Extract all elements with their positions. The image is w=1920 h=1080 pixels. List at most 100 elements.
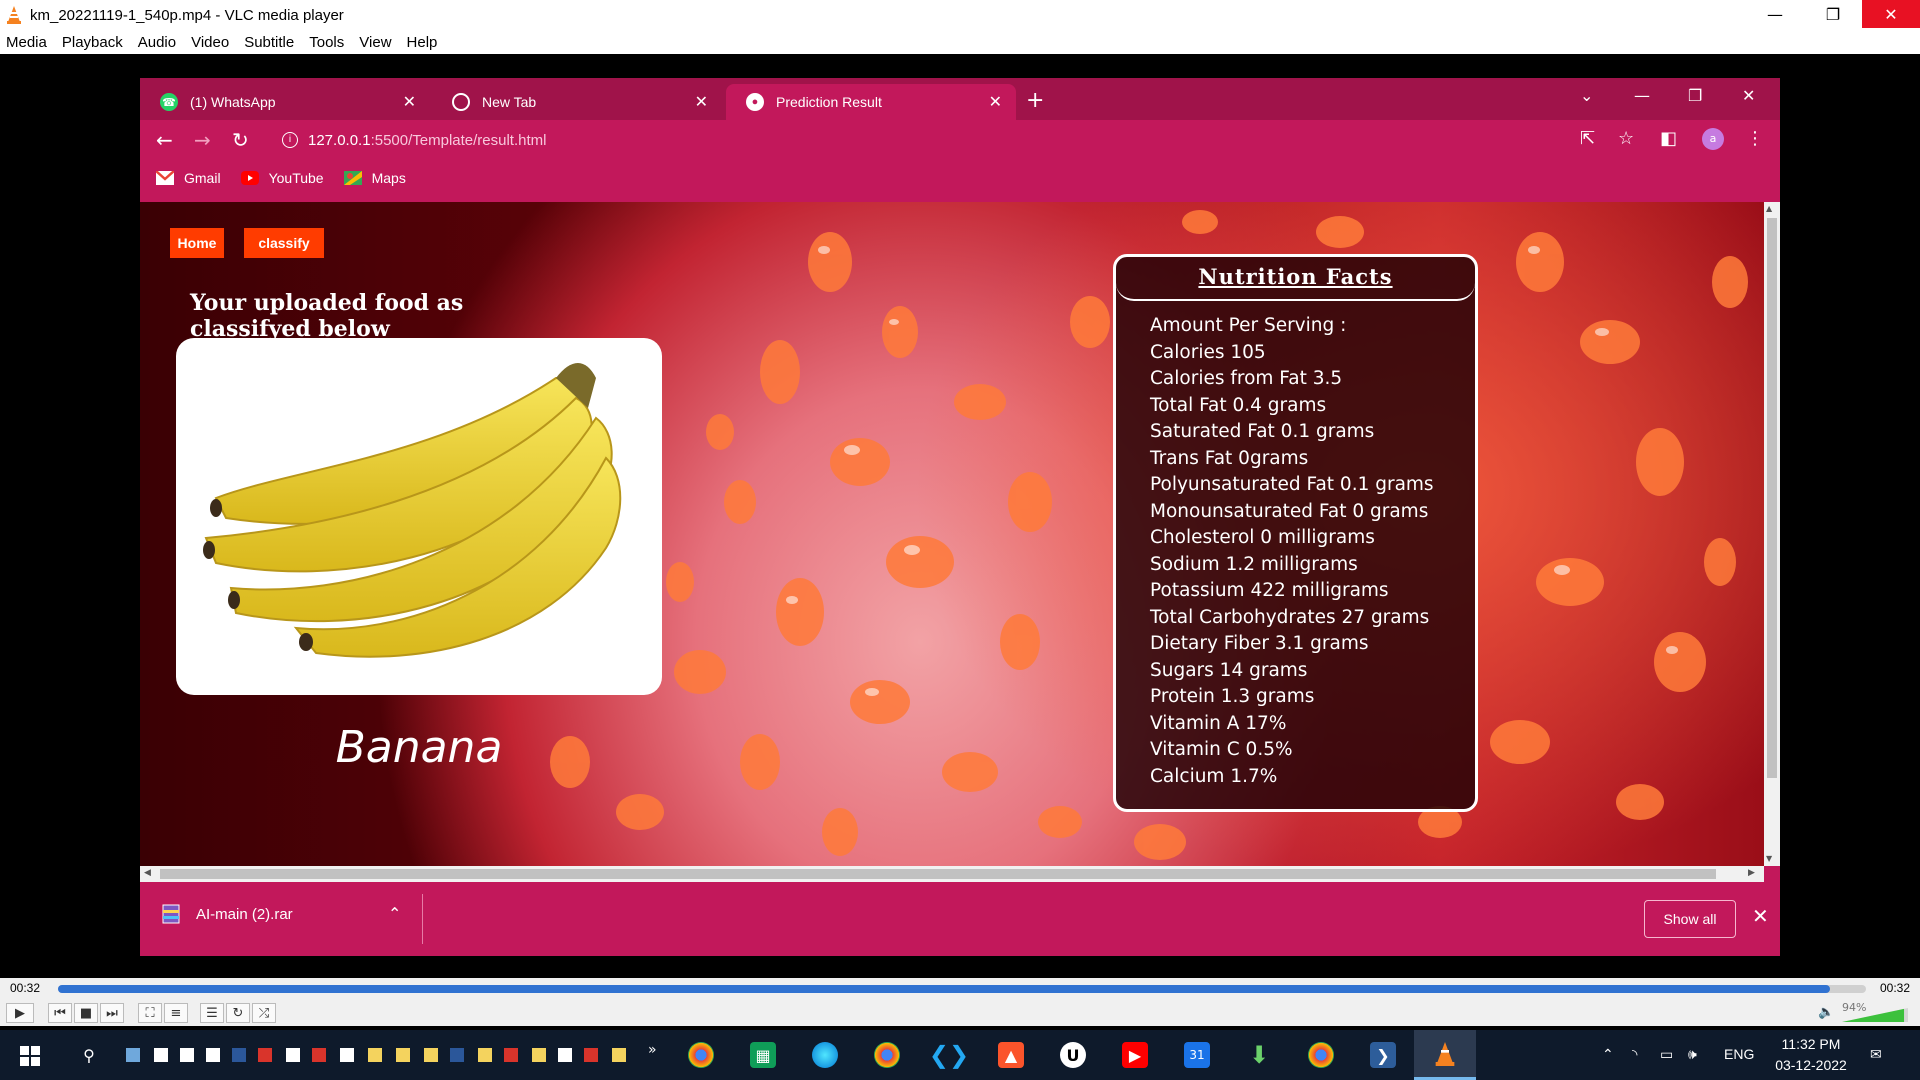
menu-audio[interactable]: Audio (138, 34, 176, 51)
classify-button[interactable]: classify (244, 228, 324, 258)
chrome-icon[interactable] (874, 1042, 900, 1068)
speaker-icon[interactable]: 🔈 (1818, 1005, 1834, 1020)
search-icon[interactable]: ⚲ (76, 1042, 102, 1068)
calendar-icon[interactable]: 31 (1184, 1042, 1210, 1068)
back-icon[interactable]: ← (156, 128, 173, 152)
scroll-up-icon[interactable]: ▲ (1766, 204, 1772, 213)
restore-button[interactable]: ❐ (1804, 0, 1862, 28)
folder-icon[interactable] (368, 1048, 382, 1062)
new-tab-button[interactable]: + (1026, 88, 1044, 113)
notifications-icon[interactable]: ✉ (1870, 1046, 1882, 1063)
pdf-file-icon[interactable] (504, 1048, 518, 1062)
volume-slider[interactable] (1842, 1008, 1908, 1022)
stop-button[interactable]: ■ (74, 1003, 98, 1023)
folder-icon[interactable] (612, 1048, 626, 1062)
scrollbar-thumb[interactable] (1767, 218, 1777, 778)
vlc-taskbar-button[interactable] (1414, 1030, 1476, 1080)
scroll-left-icon[interactable]: ◀ (144, 868, 151, 878)
close-button[interactable]: ✕ (1862, 0, 1920, 28)
loop-button[interactable]: ↻ (226, 1003, 250, 1023)
folder-icon[interactable] (478, 1048, 492, 1062)
file-icon[interactable] (558, 1048, 572, 1062)
windows-start-icon[interactable] (20, 1046, 40, 1066)
side-panel-icon[interactable]: ◧ (1660, 128, 1677, 149)
menu-dots-icon[interactable]: ⋮ (1746, 128, 1764, 149)
folder-icon[interactable] (424, 1048, 438, 1062)
avatar[interactable]: a (1702, 128, 1724, 150)
close-icon[interactable]: ✕ (989, 92, 1002, 112)
menu-subtitle[interactable]: Subtitle (244, 34, 294, 51)
vertical-scrollbar[interactable]: ▲ ▼ (1764, 202, 1780, 866)
battery-icon[interactable]: ▭ (1660, 1046, 1673, 1063)
menu-help[interactable]: Help (407, 34, 438, 51)
download-item[interactable]: AI-main (2).rar (162, 904, 293, 924)
home-button[interactable]: Home (170, 228, 224, 258)
browser-minimize-button[interactable]: — (1634, 86, 1650, 105)
horizontal-scrollbar[interactable]: ◀ ▶ (140, 866, 1764, 882)
chevron-up-icon[interactable]: ⌃ (1602, 1046, 1614, 1063)
file-icon[interactable] (340, 1048, 354, 1062)
minimize-button[interactable]: — (1746, 0, 1804, 28)
chevron-up-icon[interactable]: ⌃ (388, 904, 401, 923)
fullscreen-button[interactable]: ⛶ (138, 1003, 162, 1023)
vscode-icon[interactable]: ❮❯ (929, 1041, 969, 1069)
file-icon[interactable] (286, 1048, 300, 1062)
browser-restore-button[interactable]: ❐ (1688, 86, 1702, 105)
scroll-down-icon[interactable]: ▼ (1766, 854, 1772, 863)
menu-playback[interactable]: Playback (62, 34, 123, 51)
bookmark-maps[interactable]: Maps (343, 170, 406, 186)
close-icon[interactable]: ✕ (403, 92, 416, 112)
menu-media[interactable]: Media (6, 34, 47, 51)
forward-icon[interactable]: → (194, 128, 211, 152)
tab-prediction-result[interactable]: ● Prediction Result ✕ (726, 84, 1016, 120)
powershell-icon[interactable]: ❯ (1370, 1042, 1396, 1068)
pdf-file-icon[interactable] (584, 1048, 598, 1062)
word-file-icon[interactable] (232, 1048, 246, 1062)
network-icon[interactable]: ◝ (1632, 1046, 1637, 1063)
folder-icon[interactable] (532, 1048, 546, 1062)
star-icon[interactable]: ☆ (1618, 128, 1634, 149)
volume-icon[interactable]: 🕪 (1688, 1046, 1697, 1063)
menu-view[interactable]: View (359, 34, 391, 51)
file-icon[interactable] (154, 1048, 168, 1062)
next-button[interactable]: ⏭ (100, 1003, 124, 1023)
word-file-icon[interactable] (450, 1048, 464, 1062)
browser-close-button[interactable]: ✕ (1742, 86, 1755, 105)
edge-icon[interactable] (812, 1042, 838, 1068)
file-icon[interactable] (206, 1048, 220, 1062)
share-icon[interactable]: ⇱ (1580, 128, 1595, 149)
play-button[interactable]: ▶ (6, 1003, 34, 1023)
pdf-file-icon[interactable] (312, 1048, 326, 1062)
language-indicator[interactable]: ENG (1724, 1046, 1754, 1062)
download-manager-icon[interactable]: ⬇ (1246, 1041, 1272, 1069)
extended-settings-button[interactable]: ≡ (164, 1003, 188, 1023)
folder-icon[interactable] (396, 1048, 410, 1062)
clock[interactable]: 11:32 PM 03-12-2022 (1770, 1034, 1852, 1076)
youtube-icon[interactable]: ▶ (1122, 1042, 1148, 1068)
scrollbar-thumb[interactable] (160, 869, 1716, 879)
info-icon[interactable]: i (282, 132, 298, 148)
scroll-right-icon[interactable]: ▶ (1748, 868, 1755, 878)
bookmark-youtube[interactable]: YouTube (240, 170, 324, 186)
menu-tools[interactable]: Tools (309, 34, 344, 51)
tab-whatsapp[interactable]: ☎ (1) WhatsApp ✕ (140, 84, 430, 120)
seek-bar[interactable] (58, 985, 1866, 993)
tab-new-tab[interactable]: New Tab ✕ (432, 84, 722, 120)
chrome-icon[interactable] (1308, 1042, 1334, 1068)
playlist-button[interactable]: ☰ (200, 1003, 224, 1023)
tab-search-icon[interactable]: ⌄ (1580, 86, 1593, 105)
sheets-icon[interactable]: ▦ (750, 1042, 776, 1068)
bookmark-gmail[interactable]: Gmail (156, 170, 221, 186)
pdf-file-icon[interactable] (258, 1048, 272, 1062)
file-icon[interactable] (180, 1048, 194, 1062)
show-all-button[interactable]: Show all (1644, 900, 1736, 938)
shuffle-button[interactable]: ⤮ (252, 1003, 276, 1023)
address-bar[interactable]: i 127.0.0.1 :5500/Template/result.html (270, 125, 1490, 155)
close-icon[interactable]: ✕ (695, 92, 708, 112)
close-download-bar-icon[interactable]: ✕ (1752, 904, 1769, 928)
desktop-app-icon[interactable] (126, 1048, 140, 1062)
u-app-icon[interactable]: U (1060, 1042, 1086, 1068)
chrome-icon[interactable] (688, 1042, 714, 1068)
more-chevron-icon[interactable]: » (648, 1042, 657, 1058)
menu-video[interactable]: Video (191, 34, 229, 51)
